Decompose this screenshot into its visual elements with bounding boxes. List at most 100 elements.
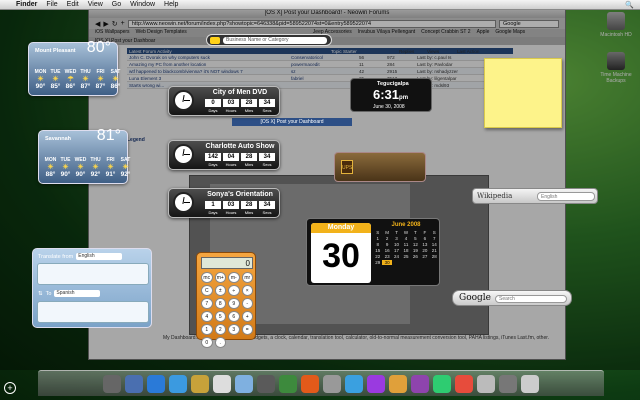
firefox-icon[interactable] [301, 375, 319, 393]
time-machine-icon[interactable] [279, 375, 297, 393]
forecast-high: 87° [80, 83, 91, 90]
preview-icon[interactable] [323, 375, 341, 393]
calculator-key[interactable]: 5 [214, 311, 226, 322]
calculator-key[interactable]: 3 [228, 324, 240, 335]
mail-icon[interactable] [147, 375, 165, 393]
itunes-icon[interactable] [235, 375, 253, 393]
weather-location: Mount Pleasant [35, 48, 76, 54]
weather-widget-savannah[interactable]: Savannah 81° MON ☀ 88° TUE ☀ 90° WED ☀ 90° THU… [38, 127, 130, 184]
calculator-key[interactable]: + [241, 311, 253, 322]
ical-icon[interactable] [191, 375, 209, 393]
unit-label: Hours [225, 162, 237, 167]
wikipedia-widget: Wikipedia English [472, 188, 598, 204]
swap-icon[interactable]: ⇅ [38, 291, 43, 297]
dashboard-icon[interactable] [125, 375, 143, 393]
calculator-key[interactable]: 6 [228, 311, 240, 322]
calculator-key[interactable]: - [241, 298, 253, 309]
finder-icon[interactable] [103, 375, 121, 393]
calculator-key[interactable]: mr [241, 272, 253, 283]
system-preferences-icon[interactable] [455, 375, 473, 393]
world-clock-widget[interactable]: Tegucigalpa 6:31pm June 30, 2008 [350, 78, 432, 112]
calendar-date-cell: S [432, 230, 436, 235]
calculator-key[interactable]: C [201, 285, 213, 296]
calculator-key[interactable]: m- [228, 272, 240, 283]
menu-file[interactable]: File [46, 1, 57, 8]
address-book-icon[interactable] [257, 375, 275, 393]
weather-current-temp: 81° [96, 127, 121, 144]
unit-label: Secs [262, 210, 272, 215]
ups-tracking-widget[interactable]: UPS [334, 152, 426, 182]
calendar-date-cell: T [414, 230, 417, 235]
sticky-note-widget[interactable] [484, 58, 562, 128]
calendar-date-cell: M [385, 230, 389, 235]
translate-input-area[interactable] [37, 263, 149, 285]
countdown-widget-charlotte-auto-show[interactable]: Charlotte Auto Show 142 04 28 34 Days Hours M… [168, 140, 280, 170]
spotlight-icon[interactable]: 🔍 [625, 1, 634, 9]
clock-icon [173, 90, 194, 111]
calculator-key[interactable]: 9 [228, 298, 240, 309]
countdown-title: Charlotte Auto Show [205, 143, 275, 150]
countdown-title: City of Men DVD [212, 89, 268, 96]
calendar-month: June 2008 [391, 222, 421, 228]
calendar-weekday: Monday [311, 223, 371, 233]
calculator-key[interactable]: × [241, 285, 253, 296]
adium-icon[interactable] [389, 375, 407, 393]
clock-date: June 30, 2008 [373, 104, 405, 110]
menu-go[interactable]: Go [112, 1, 121, 8]
wikipedia-search-input[interactable]: English [537, 192, 595, 201]
business-search-input[interactable]: Business Name or Category [223, 37, 327, 44]
calendar-date-cell: 15 [375, 248, 381, 253]
countdown-secs: 34 [259, 153, 275, 161]
calculator-widget[interactable]: 0 mc m+ m-mr C ± ÷ × 7 8 9- 4 5 6 +1 2 3 = 0. [196, 252, 256, 348]
calculator-key[interactable]: 4 [201, 311, 213, 322]
calculator-key[interactable]: 1 [201, 324, 213, 335]
calendar-date-cell: 24 [394, 254, 400, 259]
add-widget-button[interactable]: + [4, 382, 16, 394]
calculator-key[interactable]: ÷ [228, 285, 240, 296]
messenger-icon[interactable] [345, 375, 363, 393]
photoshop-icon[interactable] [411, 375, 429, 393]
sun-cloud-icon: ☀ [82, 76, 89, 83]
calculator-key[interactable]: 0 [201, 337, 213, 348]
translation-widget[interactable]: Translate from English ⇅ To Spanish [32, 248, 152, 328]
calculator-key[interactable]: 2 [214, 324, 226, 335]
calculator-key[interactable]: = [241, 324, 253, 335]
calculator-key[interactable]: ± [214, 285, 226, 296]
menu-app-finder[interactable]: Finder [16, 1, 37, 8]
menu-view[interactable]: View [88, 1, 103, 8]
trash-icon[interactable] [521, 375, 539, 393]
menu-edit[interactable]: Edit [67, 1, 79, 8]
calculator-display: 0 [201, 257, 253, 269]
calculator-key[interactable]: m+ [214, 272, 226, 283]
calendar-date-cell: 5 [414, 236, 417, 241]
calculator-key[interactable]: . [214, 337, 226, 348]
calendar-date-cell: T [395, 230, 398, 235]
downloads-stack-icon[interactable] [499, 375, 517, 393]
calendar-day-number: 30 [322, 237, 360, 275]
calculator-key[interactable]: 8 [214, 298, 226, 309]
translate-from-select[interactable]: English [76, 253, 123, 260]
countdown-widget-city-of-men[interactable]: City of Men DVD 0 03 28 34 Days Hours Mins Sec… [168, 86, 280, 116]
calculator-key[interactable]: mc [201, 272, 213, 283]
calendar-date-cell: 3 [395, 236, 398, 241]
calendar-date-cell: 13 [422, 242, 428, 247]
safari-icon[interactable] [169, 375, 187, 393]
menu-help[interactable]: Help [164, 1, 178, 8]
countdown-labels: Days Hours Mins Secs [205, 108, 275, 113]
translate-to-row: ⇅ To Spanish [38, 290, 101, 297]
countdown-hours: 03 [223, 201, 239, 209]
menu-window[interactable]: Window [130, 1, 155, 8]
ichat-icon[interactable] [367, 375, 385, 393]
calendar-date-cell: 12 [412, 242, 418, 247]
documents-stack-icon[interactable] [477, 375, 495, 393]
weather-widget-mount-pleasant[interactable]: Mount Pleasant 80° MON ☀ 90° TUE ☀ 85° WED ☂ 8… [28, 39, 120, 96]
calendar-widget[interactable]: Monday 30 June 2008 S M T W T F S 1 2 3 4 5 6 7 8 9 10 11… [306, 218, 440, 286]
countdown-widget-sonyas-orientation[interactable]: Sonya's Orientation 1 03 28 34 Days Hours Min… [168, 188, 280, 218]
calendar-icon[interactable] [213, 375, 231, 393]
google-search-input[interactable]: Search [495, 295, 567, 303]
menu-bar: Finder File Edit View Go Window Help 🔍 [0, 0, 640, 10]
calculator-key[interactable]: 7 [201, 298, 213, 309]
unit-label: Mins [244, 162, 254, 167]
terminal-icon[interactable] [433, 375, 451, 393]
translate-to-select[interactable]: Spanish [54, 290, 101, 297]
